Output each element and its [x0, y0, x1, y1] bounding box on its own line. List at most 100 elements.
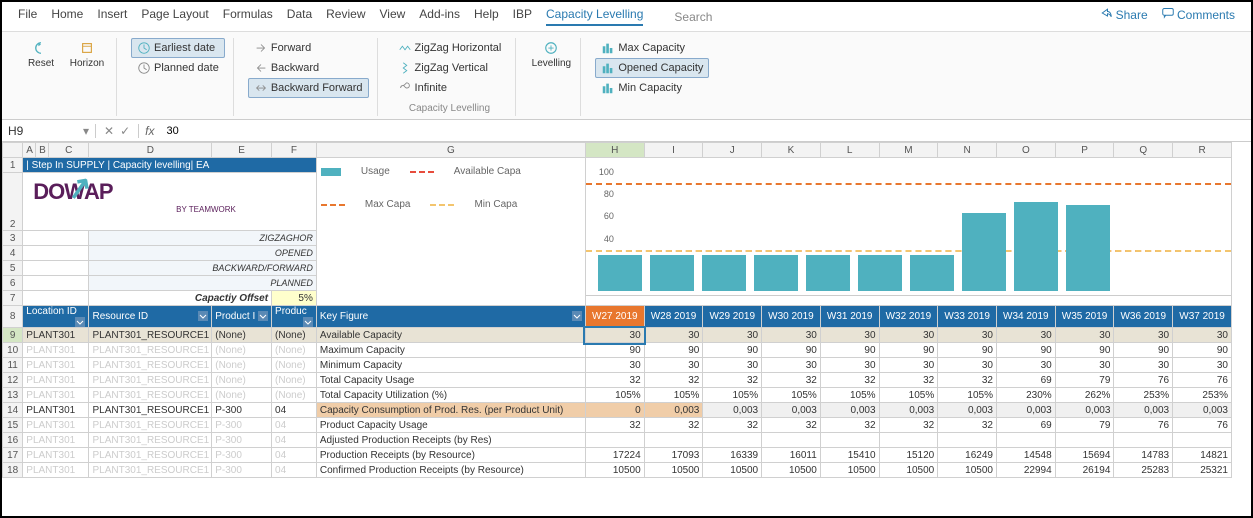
cell-value[interactable]: 90: [1114, 343, 1173, 358]
search-box[interactable]: Search: [669, 7, 712, 26]
zigzag-h-button[interactable]: ZigZag Horizontal: [392, 38, 508, 58]
cell-value[interactable]: 16339: [703, 448, 762, 463]
cell-value[interactable]: 69: [996, 418, 1055, 433]
cell-value[interactable]: 32: [820, 373, 879, 388]
cell-location[interactable]: PLANT301: [23, 433, 89, 448]
cell-keyfigure[interactable]: Maximum Capacity: [316, 343, 585, 358]
table-row[interactable]: 11PLANT301PLANT301_RESOURCE1(None)(None)…: [3, 358, 1232, 373]
cell-value[interactable]: 90: [1055, 343, 1114, 358]
table-row[interactable]: 12PLANT301PLANT301_RESOURCE1(None)(None)…: [3, 373, 1232, 388]
cell-value[interactable]: [585, 433, 644, 448]
filter-icon[interactable]: [75, 317, 85, 327]
cell-value[interactable]: 32: [585, 373, 644, 388]
hdr-keyfigure[interactable]: Key Figure: [316, 306, 585, 328]
cell-resource[interactable]: PLANT301_RESOURCE1: [89, 403, 212, 418]
cell-keyfigure[interactable]: Total Capacity Utilization (%): [316, 388, 585, 403]
cell-value[interactable]: 0,003: [644, 403, 703, 418]
cell-value[interactable]: 262%: [1055, 388, 1114, 403]
row-2[interactable]: 2: [3, 173, 23, 231]
cell-value[interactable]: 32: [644, 418, 703, 433]
row-15[interactable]: 15: [3, 418, 23, 433]
cell-product[interactable]: 04: [272, 433, 317, 448]
cell-resource[interactable]: PLANT301_RESOURCE1: [89, 448, 212, 463]
confirm-icon[interactable]: ✓: [120, 124, 130, 138]
planned-date-button[interactable]: Planned date: [131, 58, 225, 78]
levelling-button[interactable]: Levelling: [530, 38, 572, 72]
cell-product[interactable]: (None): [272, 328, 317, 343]
cell-value[interactable]: 30: [703, 328, 762, 343]
row-9[interactable]: 9: [3, 328, 23, 343]
filter-icon[interactable]: [198, 311, 208, 321]
cell-keyfigure[interactable]: Production Receipts (by Resource): [316, 448, 585, 463]
cell-keyfigure[interactable]: Capacity Consumption of Prod. Res. (per …: [316, 403, 585, 418]
cell-product-i[interactable]: (None): [212, 388, 272, 403]
cell-value[interactable]: [820, 433, 879, 448]
col-R[interactable]: R: [1173, 143, 1232, 158]
cell-product-i[interactable]: P-300: [212, 418, 272, 433]
cell-value[interactable]: 30: [938, 358, 997, 373]
col-H[interactable]: H: [585, 143, 644, 158]
row-13[interactable]: 13: [3, 388, 23, 403]
filter-icon[interactable]: [258, 311, 268, 321]
menu-capacity-levelling[interactable]: Capacity Levelling: [546, 7, 643, 26]
row-4[interactable]: 4: [3, 246, 23, 261]
cell-value[interactable]: 30: [996, 358, 1055, 373]
table-row[interactable]: 13PLANT301PLANT301_RESOURCE1(None)(None)…: [3, 388, 1232, 403]
cell-location[interactable]: PLANT301: [23, 448, 89, 463]
col-C[interactable]: C: [48, 143, 89, 158]
cell-location[interactable]: PLANT301: [23, 463, 89, 478]
cell-product[interactable]: (None): [272, 373, 317, 388]
col-G[interactable]: G: [316, 143, 585, 158]
week-9[interactable]: W36 2019: [1114, 306, 1173, 328]
forward-button[interactable]: Forward: [248, 38, 369, 58]
cell-value[interactable]: [762, 433, 821, 448]
cell-product-i[interactable]: (None): [212, 328, 272, 343]
cell-value[interactable]: 0,003: [879, 403, 938, 418]
cell-value[interactable]: 105%: [938, 388, 997, 403]
cell-value[interactable]: 10500: [879, 463, 938, 478]
formula-input[interactable]: [160, 125, 1251, 137]
cell-value[interactable]: 30: [879, 358, 938, 373]
row-6[interactable]: 6: [3, 276, 23, 291]
cell-product-i[interactable]: P-300: [212, 433, 272, 448]
cell-value[interactable]: 32: [938, 373, 997, 388]
cell-value[interactable]: 0,003: [1173, 403, 1232, 418]
menu-home[interactable]: Home: [51, 7, 83, 26]
cell-keyfigure[interactable]: Product Capacity Usage: [316, 418, 585, 433]
cell-location[interactable]: PLANT301: [23, 388, 89, 403]
cell-resource[interactable]: PLANT301_RESOURCE1: [89, 418, 212, 433]
col-D[interactable]: D: [89, 143, 212, 158]
cell-value[interactable]: 0,003: [1114, 403, 1173, 418]
cell-value[interactable]: 76: [1173, 373, 1232, 388]
cell-value[interactable]: 10500: [938, 463, 997, 478]
col-J[interactable]: J: [703, 143, 762, 158]
spreadsheet-grid[interactable]: A B C D E F G H I J K L M N O P Q R 1 | …: [2, 142, 1232, 478]
row-7[interactable]: 7: [3, 291, 23, 306]
cell-location[interactable]: PLANT301: [23, 358, 89, 373]
cell-value[interactable]: 90: [1173, 343, 1232, 358]
col-I[interactable]: I: [644, 143, 703, 158]
cell-value[interactable]: 32: [762, 373, 821, 388]
fx-icon[interactable]: fx: [139, 124, 160, 138]
hdr-resource[interactable]: Resource ID: [89, 306, 212, 328]
cell-value[interactable]: 10500: [703, 463, 762, 478]
cell-product-i[interactable]: P-300: [212, 463, 272, 478]
backward-forward-button[interactable]: Backward Forward: [248, 78, 369, 98]
cell-value[interactable]: 30: [820, 358, 879, 373]
cell-value[interactable]: 30: [1114, 328, 1173, 343]
max-capacity-button[interactable]: Max Capacity: [595, 38, 709, 58]
cell-value[interactable]: 25321: [1173, 463, 1232, 478]
zigzag-v-button[interactable]: ZigZag Vertical: [392, 58, 508, 78]
cell-value[interactable]: 76: [1114, 373, 1173, 388]
cell-value[interactable]: [938, 433, 997, 448]
row-11[interactable]: 11: [3, 358, 23, 373]
table-row[interactable]: 9PLANT301PLANT301_RESOURCE1(None)(None)A…: [3, 328, 1232, 343]
cell-value[interactable]: 30: [644, 358, 703, 373]
cell-value[interactable]: [996, 433, 1055, 448]
cell-value[interactable]: 90: [879, 343, 938, 358]
cell-value[interactable]: 30: [703, 358, 762, 373]
filter-icon[interactable]: [572, 311, 582, 321]
menu-data[interactable]: Data: [287, 7, 312, 26]
cell-product[interactable]: (None): [272, 343, 317, 358]
cell-value[interactable]: 30: [938, 328, 997, 343]
